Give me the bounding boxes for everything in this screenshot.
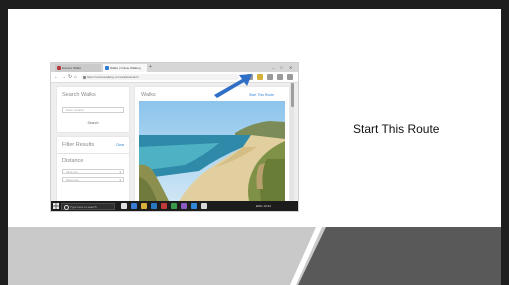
browser-tab-bar: Explore Walks Walks | Online Walking + –…: [51, 63, 298, 72]
home-button[interactable]: ⌂: [74, 73, 77, 81]
walk-photo: [139, 101, 285, 201]
distance-label: Distance: [62, 158, 84, 164]
forward-button[interactable]: →: [61, 73, 66, 81]
filter-results-title: Filter Results: [62, 142, 95, 148]
maximize-button[interactable]: □: [280, 64, 282, 71]
divider: [57, 153, 129, 154]
chevron-down-icon: ▾: [119, 178, 121, 182]
reading-list-icon[interactable]: [267, 74, 273, 80]
embedded-screenshot: Explore Walks Walks | Online Walking + –…: [51, 63, 298, 211]
favicon-icon: [57, 66, 61, 70]
store-icon[interactable]: [151, 203, 157, 209]
chevron-down-icon: ▾: [119, 170, 121, 174]
edge-icon[interactable]: [131, 203, 137, 209]
app-icon[interactable]: [171, 203, 177, 209]
min-distance-value: Minimum: [66, 170, 79, 174]
clear-filters-link[interactable]: Clear: [116, 143, 124, 147]
taskbar: Type here to search ENG 10:24: [51, 201, 298, 211]
slide-caption: Start This Route: [353, 122, 440, 136]
location-search-input[interactable]: Enter location: [62, 107, 124, 113]
system-tray[interactable]: ENG 10:24: [256, 201, 271, 211]
pointer-arrow-icon: [214, 74, 252, 98]
app-icon[interactable]: [201, 203, 207, 209]
max-distance-value: Maximum: [66, 178, 80, 182]
tab-label: Explore Walks: [62, 66, 82, 70]
web-page: Search Walks Enter location Search Filte…: [51, 83, 298, 201]
max-distance-select[interactable]: Maximum ▾: [62, 177, 124, 182]
filter-results-card: Filter Results Clear Distance Minimum ▾ …: [57, 137, 129, 201]
taskbar-search-input[interactable]: Type here to search: [61, 202, 115, 210]
tab-label: Walks | Online Walking: [110, 66, 141, 70]
search-icon: [64, 205, 69, 210]
app-icon[interactable]: [191, 203, 197, 209]
menu-icon[interactable]: [287, 74, 293, 80]
lock-icon: [83, 75, 86, 79]
profile-icon[interactable]: [277, 74, 283, 80]
taskbar-search-placeholder: Type here to search: [70, 204, 97, 209]
browser-tab-active[interactable]: Walks | Online Walking: [103, 64, 147, 72]
search-button[interactable]: Search: [79, 121, 107, 125]
url-text: https://onlinewalking.com/walks/search: [87, 75, 139, 79]
file-explorer-icon[interactable]: [141, 203, 147, 209]
close-window-button[interactable]: ✕: [289, 64, 292, 71]
back-button[interactable]: ←: [54, 73, 59, 81]
page-scrollbar[interactable]: [290, 83, 294, 201]
new-tab-button[interactable]: +: [149, 64, 152, 71]
footer-band-dark: [298, 227, 501, 285]
location-search-placeholder: Enter location: [66, 108, 85, 112]
app-icon[interactable]: [181, 203, 187, 209]
extension-icon[interactable]: [257, 74, 263, 80]
min-distance-select[interactable]: Minimum ▾: [62, 169, 124, 174]
scrollbar-thumb[interactable]: [290, 83, 294, 107]
app-icon[interactable]: [161, 203, 167, 209]
search-walks-title: Search Walks: [62, 92, 96, 98]
minimize-button[interactable]: –: [272, 64, 274, 71]
reload-button[interactable]: ↻: [68, 73, 72, 81]
favicon-icon: [105, 66, 109, 70]
slide: Explore Walks Walks | Online Walking + –…: [8, 9, 501, 285]
windows-start-icon[interactable]: [53, 203, 59, 209]
search-walks-card: Search Walks Enter location Search: [57, 87, 129, 132]
walks-title: Walks: [141, 92, 156, 98]
task-view-icon[interactable]: [121, 203, 127, 209]
browser-tab[interactable]: Explore Walks: [55, 64, 101, 72]
browser-address-bar: ← → ↻ ⌂ https://onlinewalking.com/walks/…: [51, 72, 298, 83]
